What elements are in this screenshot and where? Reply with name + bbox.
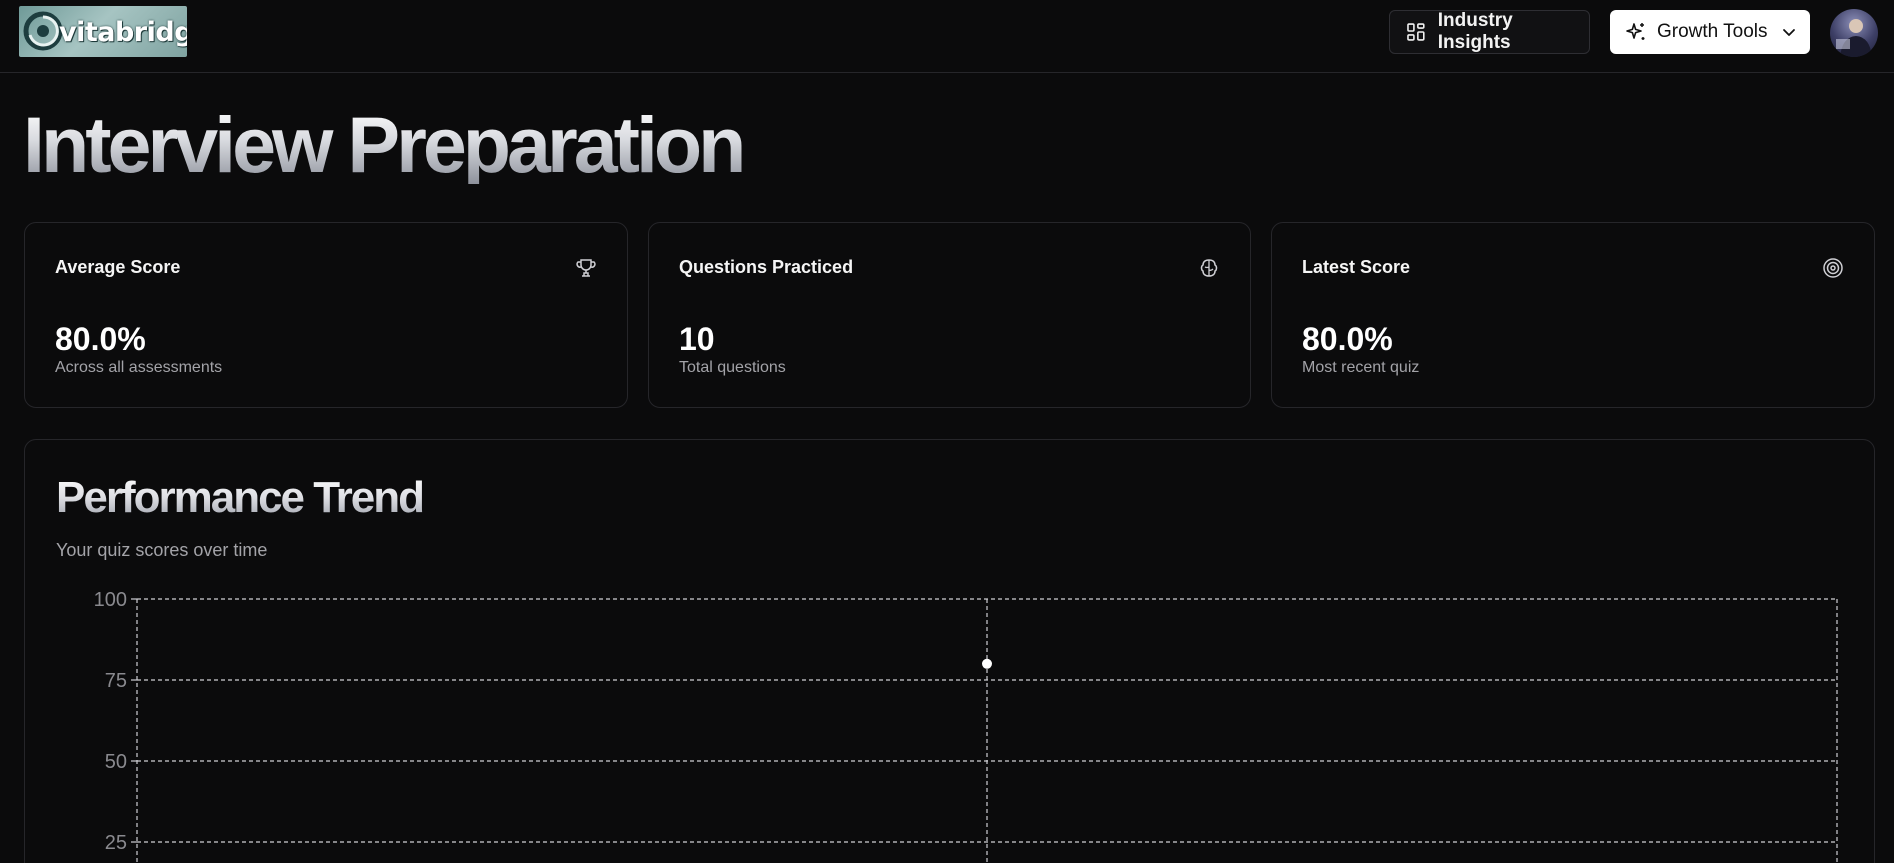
- stat-subtitle: Total questions: [679, 359, 786, 376]
- average-score-card: Average Score 80.0% Across all assessmen…: [24, 222, 628, 408]
- stat-value: 80.0%: [55, 321, 146, 357]
- stat-value: 80.0%: [1302, 321, 1393, 357]
- brain-icon: [1200, 259, 1218, 277]
- top-navbar: vitabridge Industry Insights Growth Tool…: [0, 0, 1894, 73]
- chevron-down-icon: [1782, 29, 1795, 36]
- stat-title: Average Score: [55, 257, 181, 277]
- latest-score-card: Latest Score 80.0% Most recent quiz: [1271, 222, 1875, 408]
- data-point: [982, 658, 992, 669]
- stat-subtitle: Across all assessments: [55, 359, 223, 376]
- questions-practiced-card: Questions Practiced 10 Total questions: [648, 222, 1251, 408]
- sparkles-icon: [1626, 23, 1645, 40]
- page-title: Interview Preparation: [23, 100, 746, 189]
- logo-swirl-icon: [23, 11, 63, 51]
- y-tick-label: 75: [105, 670, 127, 692]
- logo-text: vitabridge: [59, 17, 187, 48]
- y-tick-label: 25: [105, 832, 127, 854]
- growth-tools-label: Growth Tools: [1657, 21, 1768, 42]
- y-tick-label: 50: [105, 751, 127, 773]
- performance-trend-card: Performance Trend Your quiz scores over …: [24, 439, 1875, 863]
- industry-insights-button[interactable]: Industry Insights: [1389, 10, 1590, 54]
- stat-value: 10: [679, 321, 715, 357]
- performance-chart: 100 75 50 25: [94, 589, 1838, 863]
- vitabridge-logo[interactable]: vitabridge: [19, 6, 187, 57]
- user-avatar[interactable]: [1830, 9, 1878, 57]
- stat-subtitle: Most recent quiz: [1302, 359, 1420, 376]
- y-tick-label: 100: [94, 589, 127, 611]
- growth-tools-button[interactable]: Growth Tools: [1610, 10, 1810, 54]
- stat-title: Questions Practiced: [679, 257, 854, 277]
- industry-insights-label: Industry Insights: [1437, 10, 1513, 53]
- stat-title: Latest Score: [1302, 257, 1411, 277]
- dashboard-grid-icon: [1407, 23, 1425, 41]
- target-icon: [1823, 258, 1843, 278]
- trophy-icon: [576, 259, 596, 277]
- avatar-photo: [1836, 19, 1872, 57]
